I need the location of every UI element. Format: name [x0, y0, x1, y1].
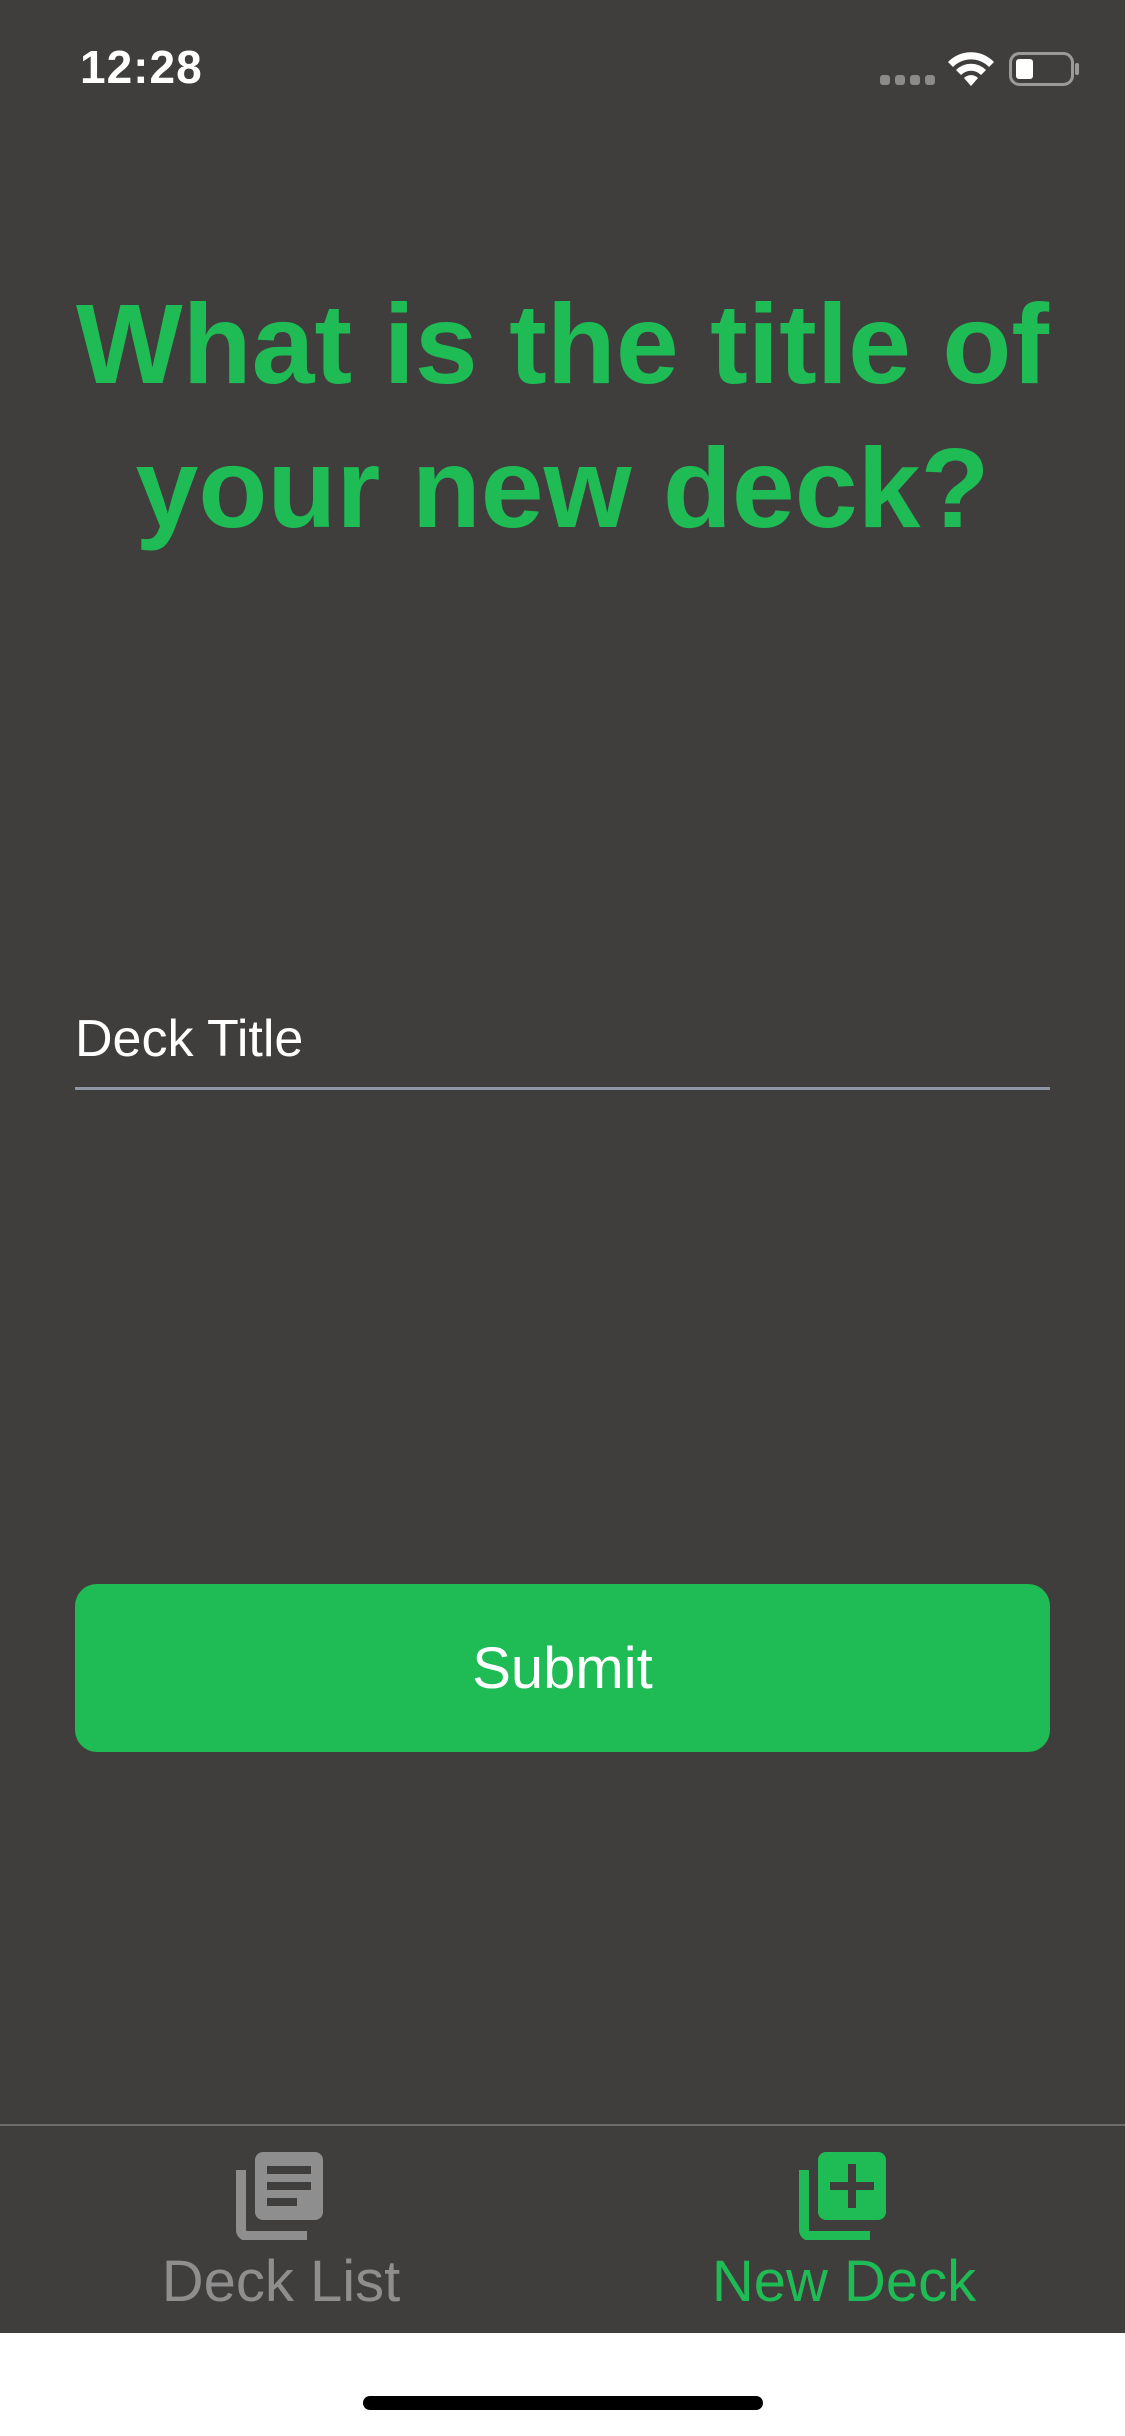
battery-icon	[1009, 52, 1079, 86]
screen: 12:28 What is the title of your new deck…	[0, 0, 1125, 2436]
deck-title-input[interactable]	[75, 990, 1050, 1090]
tab-label-deck-list: Deck List	[161, 2249, 401, 2314]
tab-new-deck[interactable]: New Deck	[563, 2126, 1125, 2333]
wifi-icon	[948, 52, 994, 86]
add-deck-icon	[799, 2152, 886, 2240]
status-time: 12:28	[80, 41, 203, 93]
submit-button[interactable]: Submit	[75, 1584, 1050, 1752]
app-area: 12:28 What is the title of your new deck…	[0, 0, 1125, 2333]
page-heading: What is the title of your new deck?	[75, 281, 1050, 551]
home-indicator	[363, 2396, 763, 2410]
cellular-signal-icon	[880, 75, 936, 85]
tab-bar: Deck List New Deck	[0, 2124, 1125, 2333]
tab-label-new-deck: New Deck	[711, 2249, 977, 2314]
deck-list-icon	[236, 2152, 323, 2240]
tab-deck-list[interactable]: Deck List	[0, 2126, 562, 2333]
